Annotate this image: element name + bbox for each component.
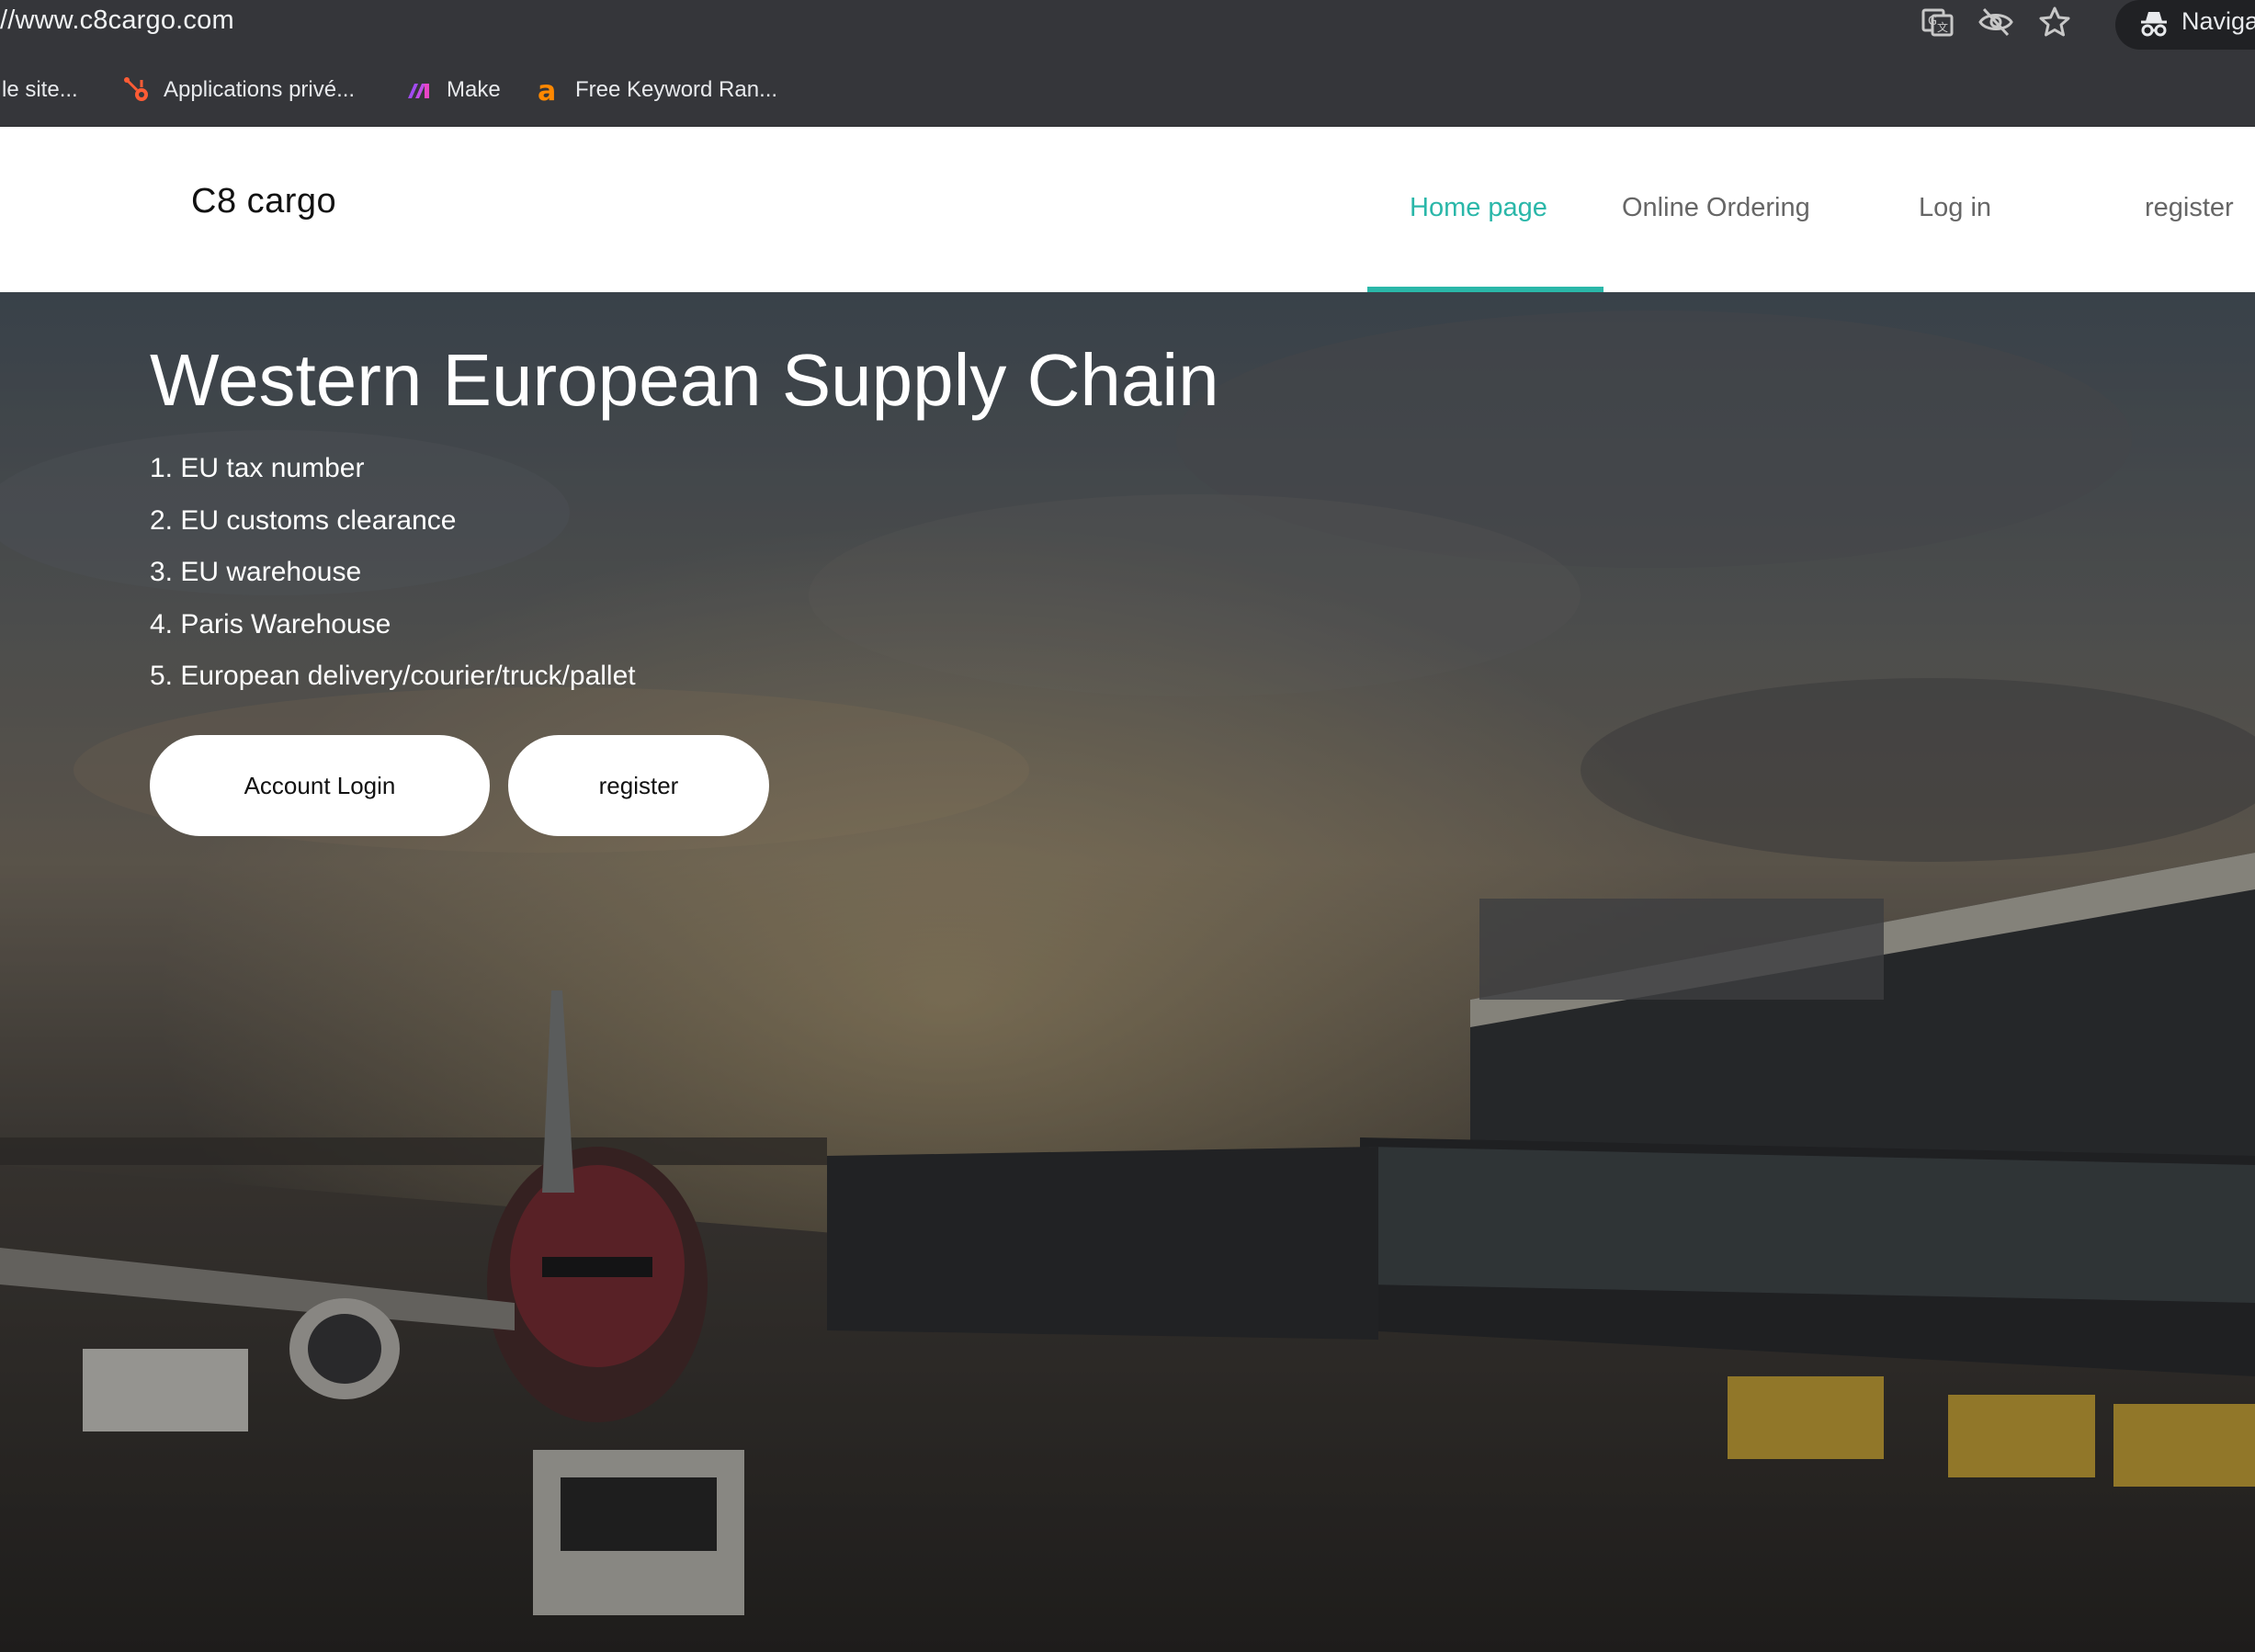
- ahrefs-icon: a: [538, 75, 556, 106]
- site-logo[interactable]: C8 cargo: [191, 182, 336, 221]
- nav-register[interactable]: register: [2145, 193, 2234, 223]
- hero-section: Western European Supply Chain 1. EU tax …: [0, 292, 2255, 1652]
- register-button[interactable]: register: [508, 735, 769, 836]
- bookmark-make[interactable]: Make: [404, 74, 501, 107]
- profile-label: Naviga: [2181, 7, 2255, 35]
- nav-online-ordering[interactable]: Online Ordering: [1622, 193, 1810, 223]
- hero-title: Western European Supply Chain: [150, 339, 1219, 421]
- profile-button[interactable]: Naviga: [2115, 0, 2255, 50]
- bookmark-keyword[interactable]: a Free Keyword Ran...: [533, 74, 777, 107]
- service-item: 5. European delivery/courier/truck/palle…: [150, 661, 636, 691]
- star-icon[interactable]: [2036, 4, 2073, 40]
- svg-text:G: G: [1928, 15, 1937, 28]
- bookmark-site[interactable]: le site...: [2, 74, 78, 107]
- url-field[interactable]: //www.c8cargo.com: [0, 6, 234, 36]
- bookmark-applications[interactable]: Applications privé...: [121, 74, 355, 107]
- nav-log-in[interactable]: Log in: [1919, 193, 1991, 223]
- bookmark-label: le site...: [2, 77, 78, 102]
- site-header: C8 cargo Home page Online Ordering Log i…: [0, 127, 2255, 292]
- service-item: 3. EU warehouse: [150, 557, 362, 587]
- translate-icon[interactable]: G 文: [1919, 4, 1955, 40]
- bookmarks-bar: le site... Applications privé... Make a …: [0, 51, 2255, 127]
- nav-home-page[interactable]: Home page: [1410, 193, 1547, 223]
- eye-slash-icon[interactable]: [1977, 4, 2014, 40]
- bookmark-label: Make: [447, 77, 501, 102]
- make-icon: [408, 84, 429, 98]
- service-item: 4. Paris Warehouse: [150, 608, 391, 639]
- svg-text:文: 文: [1937, 20, 1948, 34]
- bookmark-label: Free Keyword Ran...: [575, 77, 778, 102]
- service-item: 1. EU tax number: [150, 453, 365, 483]
- service-list: 1. EU tax number 2. EU customs clearance…: [150, 443, 636, 703]
- browser-address-bar: //www.c8cargo.com G 文 Naviga: [0, 0, 2255, 51]
- hubspot-icon: [124, 77, 148, 101]
- svg-text:a: a: [538, 75, 556, 106]
- incognito-icon: [2141, 12, 2167, 37]
- bookmark-label: Applications privé...: [164, 77, 356, 102]
- service-item: 2. EU customs clearance: [150, 504, 457, 536]
- account-login-button[interactable]: Account Login: [150, 735, 490, 836]
